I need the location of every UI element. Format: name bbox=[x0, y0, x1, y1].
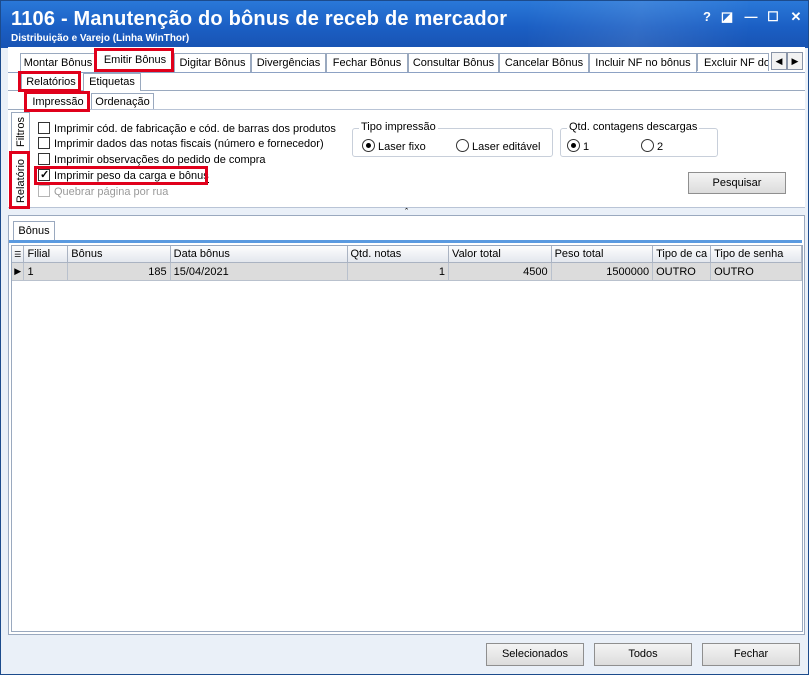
tab-relatorios[interactable]: Relatórios bbox=[21, 73, 81, 91]
radio-label: 2 bbox=[657, 141, 664, 153]
grid-menu-icon[interactable]: ☰ bbox=[12, 246, 25, 263]
group-legend: Tipo impressão bbox=[359, 121, 438, 133]
column-header[interactable]: Qtd. notas bbox=[347, 246, 450, 263]
radio-contagem-2[interactable]: 2 bbox=[641, 139, 663, 154]
pesquisar-button[interactable]: Pesquisar bbox=[688, 172, 786, 194]
group-qtd-contagens: Qtd. contagens descargas 1 2 bbox=[560, 121, 718, 157]
bonus-grid[interactable]: ☰ Filial Bônus Data bônus Qtd. notas Val… bbox=[11, 245, 803, 632]
option-label: Imprimir peso da carga e bônus bbox=[54, 170, 209, 183]
side-tab-relatorio-label: Relatório bbox=[14, 158, 27, 204]
option-codigo-fabricacao[interactable]: Imprimir cód. de fabricação e cód. de ba… bbox=[38, 122, 336, 136]
checkbox-icon[interactable] bbox=[38, 137, 50, 149]
tab-etiquetas[interactable]: Etiquetas bbox=[83, 73, 141, 91]
cell-data-bonus[interactable]: 15/04/2021 bbox=[170, 262, 348, 281]
tab-scroll-left-icon[interactable]: ◀ bbox=[771, 52, 787, 70]
grid-header-row: ☰ Filial Bônus Data bônus Qtd. notas Val… bbox=[12, 246, 802, 263]
column-header[interactable]: Tipo de senha bbox=[710, 246, 802, 263]
window-title: 1106 - Manutenção do bônus de receb de m… bbox=[11, 8, 508, 30]
cell-tipo-carga[interactable]: OUTRO bbox=[652, 262, 712, 281]
tab-incluir-nf[interactable]: Incluir NF no bônus bbox=[589, 53, 697, 72]
column-header[interactable]: Bônus bbox=[67, 246, 171, 263]
radio-label: Laser fixo bbox=[378, 141, 426, 153]
cell-bonus[interactable]: 185 bbox=[67, 262, 171, 281]
group-tipo-impressao: Tipo impressão Laser fixo Laser editável bbox=[352, 121, 553, 157]
option-label: Quebrar página por rua bbox=[54, 186, 169, 198]
tab-scroll-right-icon[interactable]: ▶ bbox=[787, 52, 803, 70]
radio-selected-icon[interactable] bbox=[362, 139, 375, 152]
column-header[interactable]: Data bônus bbox=[170, 246, 348, 263]
column-header[interactable]: Filial bbox=[23, 246, 69, 263]
radio-label: 1 bbox=[583, 141, 590, 153]
todos-button[interactable]: Todos bbox=[594, 643, 692, 666]
option-observacoes-pedido[interactable]: Imprimir observações do pedido de compra bbox=[38, 153, 266, 167]
checkbox-icon[interactable]: ✓ bbox=[38, 169, 50, 181]
option-quebrar-pagina: Quebrar página por rua bbox=[38, 185, 168, 199]
tab-bonus-grid[interactable]: Bônus bbox=[13, 221, 55, 241]
tab-emitir-bonus[interactable]: Emitir Bônus bbox=[96, 50, 174, 72]
column-header[interactable]: Valor total bbox=[448, 246, 552, 263]
window-subtitle: Distribuição e Varejo (Linha WinThor) bbox=[11, 33, 190, 44]
radio-unselected-icon[interactable] bbox=[456, 139, 469, 152]
tab-excluir-nf[interactable]: Excluir NF do b bbox=[697, 53, 769, 71]
selecionados-button[interactable]: Selecionados bbox=[486, 643, 584, 666]
grid-tab-underline bbox=[9, 240, 802, 243]
checkmark-icon: ✓ bbox=[40, 169, 50, 181]
tab-consultar-bonus[interactable]: Consultar Bônus bbox=[408, 53, 499, 72]
minimize-icon[interactable]: — bbox=[742, 9, 760, 25]
cell-tipo-senha[interactable]: OUTRO bbox=[710, 262, 802, 281]
group-legend: Qtd. contagens descargas bbox=[567, 121, 700, 133]
tab-fechar-bonus[interactable]: Fechar Bônus bbox=[326, 53, 408, 72]
radio-label: Laser editável bbox=[472, 141, 541, 153]
checkbox-icon[interactable] bbox=[38, 122, 50, 134]
side-tab-filtros-label: Filtros bbox=[14, 117, 27, 147]
option-label: Imprimir cód. de fabricação e cód. de ba… bbox=[54, 123, 336, 135]
option-label: Imprimir dados das notas fiscais (número… bbox=[54, 138, 324, 150]
row-indicator-icon: ▶ bbox=[12, 262, 25, 281]
cell-valor-total[interactable]: 4500 bbox=[448, 262, 552, 281]
side-tab-relatorio[interactable]: Relatório bbox=[11, 153, 30, 209]
radio-unselected-icon[interactable] bbox=[641, 139, 654, 152]
restore-icon[interactable]: ◪ bbox=[718, 9, 736, 25]
option-label: Imprimir observações do pedido de compra bbox=[54, 154, 266, 166]
cell-filial[interactable]: 1 bbox=[23, 262, 69, 281]
radio-contagem-1[interactable]: 1 bbox=[567, 139, 589, 154]
cell-peso-total[interactable]: 1500000 bbox=[551, 262, 654, 281]
checkbox-icon[interactable] bbox=[38, 153, 50, 165]
radio-laser-editavel[interactable]: Laser editável bbox=[456, 139, 541, 154]
tab-digitar-bonus[interactable]: Digitar Bônus bbox=[174, 53, 251, 72]
option-peso-carga[interactable]: ✓ Imprimir peso da carga e bônus bbox=[38, 169, 209, 183]
column-header[interactable]: Peso total bbox=[551, 246, 654, 263]
maximize-icon[interactable]: ☐ bbox=[764, 9, 782, 25]
title-bar[interactable]: 1106 - Manutenção do bônus de receb de m… bbox=[1, 1, 808, 48]
close-icon[interactable]: ✕ bbox=[787, 9, 805, 25]
fechar-button[interactable]: Fechar bbox=[702, 643, 800, 666]
option-dados-notas[interactable]: Imprimir dados das notas fiscais (número… bbox=[38, 137, 324, 151]
cell-qtd-notas[interactable]: 1 bbox=[347, 262, 450, 281]
radio-laser-fixo[interactable]: Laser fixo bbox=[362, 139, 426, 154]
tab-cancelar-bonus[interactable]: Cancelar Bônus bbox=[499, 53, 589, 72]
tab-divergencias[interactable]: Divergências bbox=[251, 53, 326, 72]
side-tab-filtros[interactable]: Filtros bbox=[11, 112, 30, 152]
help-icon[interactable]: ? bbox=[698, 9, 716, 25]
tab-montar-bonus[interactable]: Montar Bônus bbox=[20, 53, 96, 72]
radio-selected-icon[interactable] bbox=[567, 139, 580, 152]
table-row[interactable]: ▶ 1 185 15/04/2021 1 4500 1500000 OUTRO … bbox=[12, 262, 802, 281]
column-header[interactable]: Tipo de ca bbox=[652, 246, 712, 263]
checkbox-icon bbox=[38, 185, 50, 197]
